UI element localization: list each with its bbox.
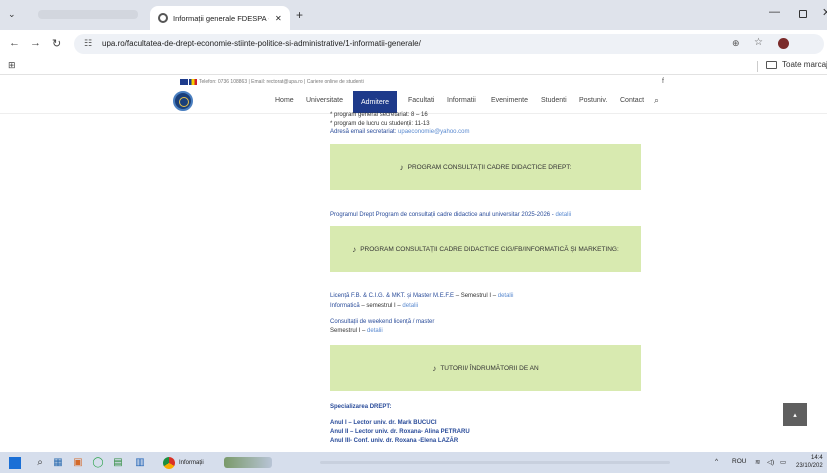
nav-facultati[interactable]: Facultati [408,97,434,104]
tab-search-chevron-icon[interactable]: ⌄ [8,9,16,20]
site-favicon-icon [158,13,168,23]
informatica-semester: – semestrul I – [361,303,401,309]
address-bar[interactable]: ☷ upa.ro/facultatea-de-drept-economie-st… [74,34,824,54]
informatica-line: Informatică – semestrul I – detalii [330,303,418,309]
file-explorer-icon[interactable]: ▣ [72,455,84,470]
clock-time: 14:4 [811,455,823,461]
music-note-icon: ♪ [399,162,404,172]
licenta-line: Licență F.B. & C.I.G. & MKT. și Master M… [330,293,513,299]
windows-logo-icon [9,456,21,469]
all-bookmarks-link[interactable]: Toate marcajele [782,60,827,69]
scroll-to-top-button[interactable]: ▴ [783,403,807,426]
taskbar-chrome-label: Informații [179,459,204,466]
apps-grid-icon[interactable]: ⊞ [8,60,16,71]
tab-title: Informații generale FDESPA - U [173,13,269,23]
music-note-icon: ♪ [432,363,437,373]
window-minimize-icon[interactable]: — [769,6,780,18]
nav-studenti[interactable]: Studenti [541,97,567,104]
nav-informatii[interactable]: Informatii [447,97,476,104]
nav-evenimente[interactable]: Evenimente [491,97,528,104]
site-top-bar: Telefon: 0736 108863 | Email: rectorat@u… [0,76,827,90]
forward-arrow-icon[interactable]: → [30,37,41,49]
active-tab[interactable]: Informații generale FDESPA - U ✕ [150,6,290,30]
window-close-icon[interactable]: ✕ [822,6,827,19]
window-maximize-icon[interactable] [799,10,807,18]
taskbar-app-thumbnail[interactable] [224,457,272,468]
url-text[interactable]: upa.ro/facultatea-de-drept-economie-stii… [102,39,421,48]
detalii-link[interactable]: detalii [555,212,571,218]
email-link[interactable]: upaeconomie@yahoo.com [398,129,469,135]
reload-icon[interactable]: ↻ [52,37,61,50]
volume-icon[interactable]: ◁) [767,458,774,466]
box-title: TUTORII/ ÎNDRUMĂTORII DE AN [440,364,539,372]
address-bar-row: ← → ↻ ☷ upa.ro/facultatea-de-drept-econo… [0,30,827,58]
contact-info: Telefon: 0736 108863 | Email: rectorat@u… [199,79,364,85]
consultations-drept-box: ♪ PROGRAM CONSULTAȚII CADRE DIDACTICE DR… [330,144,641,190]
battery-icon[interactable]: ▭ [780,458,786,466]
clock-date: 23/10/202 [796,463,823,469]
tutor-anul-1: Anul I – Lector univ. dr. Mark BUCUCI [330,420,437,426]
box-title: PROGRAM CONSULTAȚII CADRE DIDACTICE CIG/… [360,245,619,253]
tutor-anul-3: Anul III- Conf. univ. dr. Roxana -Elena … [330,438,459,444]
bookmarks-divider [757,61,758,72]
tutor-anul-2: Anul II – Lector univ. dr. Roxana- Alina… [330,429,470,435]
schedule-students: * program de lucru cu studenții: 11-13 [330,121,430,127]
detalii-link[interactable]: detalii [498,293,514,299]
back-arrow-icon[interactable]: ← [9,37,20,49]
informatica-text: Informatică [330,303,360,309]
romanian-flag-icon[interactable] [189,79,197,85]
detalii-link[interactable]: detalii [402,303,418,309]
taskbar-chrome-app[interactable]: Informații [163,455,219,470]
facebook-icon[interactable]: f [662,78,664,85]
browser-tab-bar: ⌄ Informații generale FDESPA - U ✕ + — ✕ [0,0,827,30]
search-icon[interactable]: ⌕ [654,95,659,106]
bookmarks-bar: ⊞ Toate marcajele [0,58,827,75]
start-button[interactable] [8,455,22,470]
whatsapp-icon[interactable]: ◯ [92,455,104,470]
schedule-general: * program general secretariat: 8 – 16 [330,112,428,118]
widgets-icon[interactable]: ▦ [52,455,64,470]
site-info-icon[interactable]: ☷ [84,38,92,49]
nav-postuniv[interactable]: Postuniv. [579,97,607,104]
licenta-text: Licență F.B. & C.I.G. & MKT. și Master M… [330,293,455,299]
drept-schedule-line: Programul Drept Program de consultații c… [330,212,571,218]
email-label: Adresă email secretariat: [330,129,397,135]
search-icon[interactable]: ⌕ [34,455,46,470]
chrome-icon [163,456,175,469]
new-tab-button[interactable]: + [296,8,303,22]
music-note-icon: ♪ [352,244,357,254]
language-indicator[interactable]: ROU [732,458,746,465]
taskbar-blurred-area [320,461,670,464]
folder-icon[interactable] [766,61,777,69]
drept-schedule-text: Programul Drept Program de consultații c… [330,212,554,218]
box-title: PROGRAM CONSULTAȚII CADRE DIDACTICE DREP… [407,163,572,171]
wifi-icon[interactable]: ≋ [755,458,760,466]
nav-home[interactable]: Home [275,97,294,104]
tutori-box: ♪ TUTORII/ ÎNDRUMĂTORII DE AN [330,345,641,391]
nav-universitate[interactable]: Universitate [306,97,343,104]
zoom-icon[interactable]: ⊕ [732,38,740,49]
weekend-title: Consultații de weekend licență / master [330,319,435,325]
background-tab[interactable] [38,10,138,19]
app-icon[interactable]: ▤ [112,455,124,470]
bookmark-star-icon[interactable]: ☆ [754,37,763,48]
profile-avatar[interactable] [778,38,789,49]
weekend-line: Semestrul I – detalii [330,328,383,334]
university-logo[interactable] [173,91,193,111]
tray-chevron-icon[interactable]: ^ [715,458,718,465]
tab-close-icon[interactable]: ✕ [275,14,282,23]
weekend-semester: Semestrul I – [330,328,366,334]
english-flag-icon[interactable] [180,79,188,85]
site-navigation: Home Universitate Admitere Facultati Inf… [0,90,827,114]
system-clock[interactable]: 14:4 23/10/202 [796,454,823,470]
windows-taskbar: ⌕ ▦ ▣ ◯ ▤ ▥ Informații ^ ROU ≋ ◁) ▭ 14:4… [0,452,827,473]
licenta-semester: – Semestrul I – [455,293,497,299]
detalii-link[interactable]: detalii [367,328,383,334]
nav-contact[interactable]: Contact [620,97,644,104]
consultations-cig-box: ♪ PROGRAM CONSULTAȚII CADRE DIDACTICE CI… [330,226,641,272]
specialization-title: Specializarea DREPT: [330,404,392,410]
email-line: Adresă email secretariat: upaeconomie@ya… [330,129,470,135]
nav-admitere[interactable]: Admitere [353,91,397,113]
word-icon[interactable]: ▥ [134,455,146,470]
